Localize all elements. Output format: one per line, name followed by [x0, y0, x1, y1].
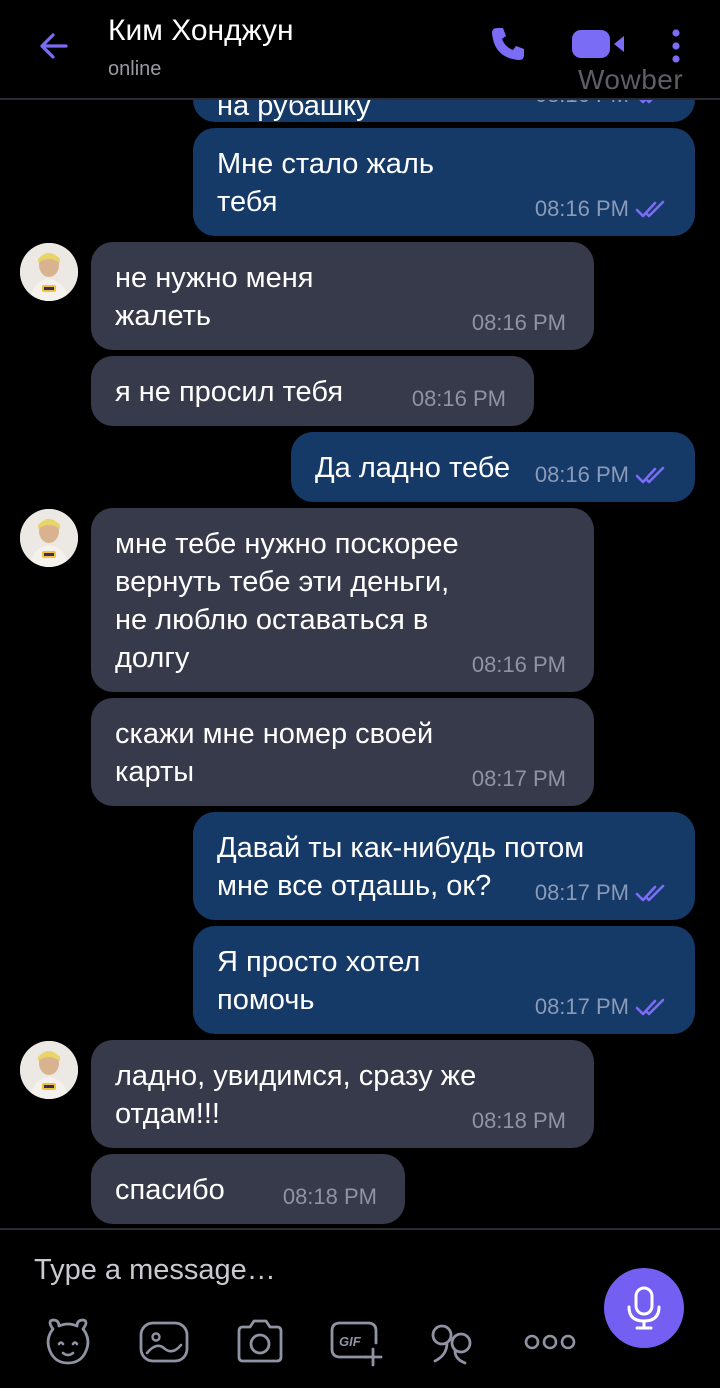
- more-horizontal-icon: [524, 1334, 576, 1350]
- voice-message-button[interactable]: [604, 1268, 684, 1348]
- read-check-icon: [635, 200, 665, 218]
- message-time: 08:18 PM: [282, 1184, 377, 1209]
- arrow-left-icon: [40, 33, 68, 59]
- header-divider: [0, 98, 720, 100]
- message-meta: 08:16 PM: [535, 462, 667, 488]
- read-check-icon: [635, 466, 665, 484]
- message-bubble-incoming[interactable]: спасибо 08:18 PM: [91, 1154, 405, 1224]
- message-composer: GIF: [0, 1228, 720, 1388]
- contact-avatar[interactable]: [20, 1041, 78, 1099]
- camera-icon: [237, 1319, 283, 1363]
- message-meta: 08:16 PM: [535, 196, 667, 222]
- message-time: 08:17 PM: [471, 766, 566, 791]
- chat-header: Ким Хонджун online Wowber: [0, 0, 720, 98]
- back-button[interactable]: [30, 22, 78, 70]
- camera-button[interactable]: [232, 1314, 288, 1370]
- message-meta: 08:16 PM: [472, 310, 566, 336]
- message-bubble-incoming[interactable]: я не просил тебя 08:16 PM: [91, 356, 534, 426]
- gif-button[interactable]: GIF: [328, 1314, 384, 1370]
- message-bubble-incoming[interactable]: ладно, увидимся, сразу же отдам!!! 08:18…: [91, 1040, 594, 1148]
- watermark: Wowber: [578, 64, 684, 95]
- contact-status: online: [108, 58, 162, 80]
- message-meta: 08:16 PM: [472, 652, 566, 678]
- avatar-image: [20, 509, 78, 567]
- gif-icon: GIF: [330, 1321, 383, 1367]
- message-bubble-outgoing[interactable]: Да ладно тебе 08:16 PM: [291, 432, 695, 502]
- message-meta: 08:16 PM: [412, 386, 506, 412]
- message-time: 08:17 PM: [534, 994, 629, 1019]
- message-time: 08:16 PM: [534, 462, 629, 487]
- video-call-button[interactable]: [568, 22, 628, 66]
- message-bubble-incoming[interactable]: мне тебе нужно поскорее вернуть тебе эти…: [91, 508, 594, 692]
- message-meta: 08:17 PM: [535, 880, 667, 906]
- message-bubble-outgoing[interactable]: Давай ты как-нибудь потом мне все отдашь…: [193, 812, 695, 920]
- message-bubble-incoming[interactable]: не нужно меня жалеть 08:16 PM: [91, 242, 594, 350]
- avatar-image: [20, 1041, 78, 1099]
- doodle-button[interactable]: [136, 1314, 192, 1370]
- message-time: 08:16 PM: [411, 386, 506, 411]
- contact-avatar[interactable]: [20, 243, 78, 301]
- message-bubble-incoming[interactable]: скажи мне номер своей карты 08:17 PM: [91, 698, 594, 806]
- message-time: 08:18 PM: [471, 1108, 566, 1133]
- more-vertical-icon: [672, 29, 680, 63]
- sticker-market-icon: [431, 1324, 472, 1365]
- video-camera-icon: [572, 30, 624, 58]
- doodle-icon: [139, 1321, 189, 1363]
- phone-icon: [492, 28, 524, 60]
- more-options-button[interactable]: [660, 22, 692, 70]
- svg-text:GIF: GIF: [339, 1334, 362, 1349]
- message-time: 08:17 PM: [534, 880, 629, 905]
- message-bubble-outgoing[interactable]: Мне стало жаль тебя 08:16 PM: [193, 128, 695, 236]
- contact-avatar[interactable]: [20, 509, 78, 567]
- read-check-icon: [635, 998, 665, 1016]
- more-tools-button[interactable]: [522, 1314, 578, 1370]
- contact-name[interactable]: Ким Хонджун: [108, 14, 294, 48]
- message-meta: 08:17 PM: [472, 766, 566, 792]
- chat-area[interactable]: на рубашку 08:16 PM Мне стало жаль тебя …: [0, 0, 720, 1228]
- message-time: 08:16 PM: [534, 196, 629, 221]
- sticker-button[interactable]: [40, 1314, 96, 1370]
- message-meta: 08:18 PM: [283, 1184, 377, 1210]
- message-bubble-outgoing[interactable]: Я просто хотел помочь 08:17 PM: [193, 926, 695, 1034]
- avatar-image: [20, 243, 78, 301]
- sticker-icon: [46, 1318, 90, 1365]
- call-button[interactable]: [486, 22, 530, 66]
- message-meta: 08:17 PM: [535, 994, 667, 1020]
- sticker-market-button[interactable]: [424, 1314, 480, 1370]
- message-time: 08:16 PM: [471, 652, 566, 677]
- message-input[interactable]: [34, 1250, 554, 1290]
- read-check-icon: [635, 884, 665, 902]
- message-meta: 08:18 PM: [472, 1108, 566, 1134]
- microphone-icon: [627, 1286, 661, 1330]
- message-time: 08:16 PM: [471, 310, 566, 335]
